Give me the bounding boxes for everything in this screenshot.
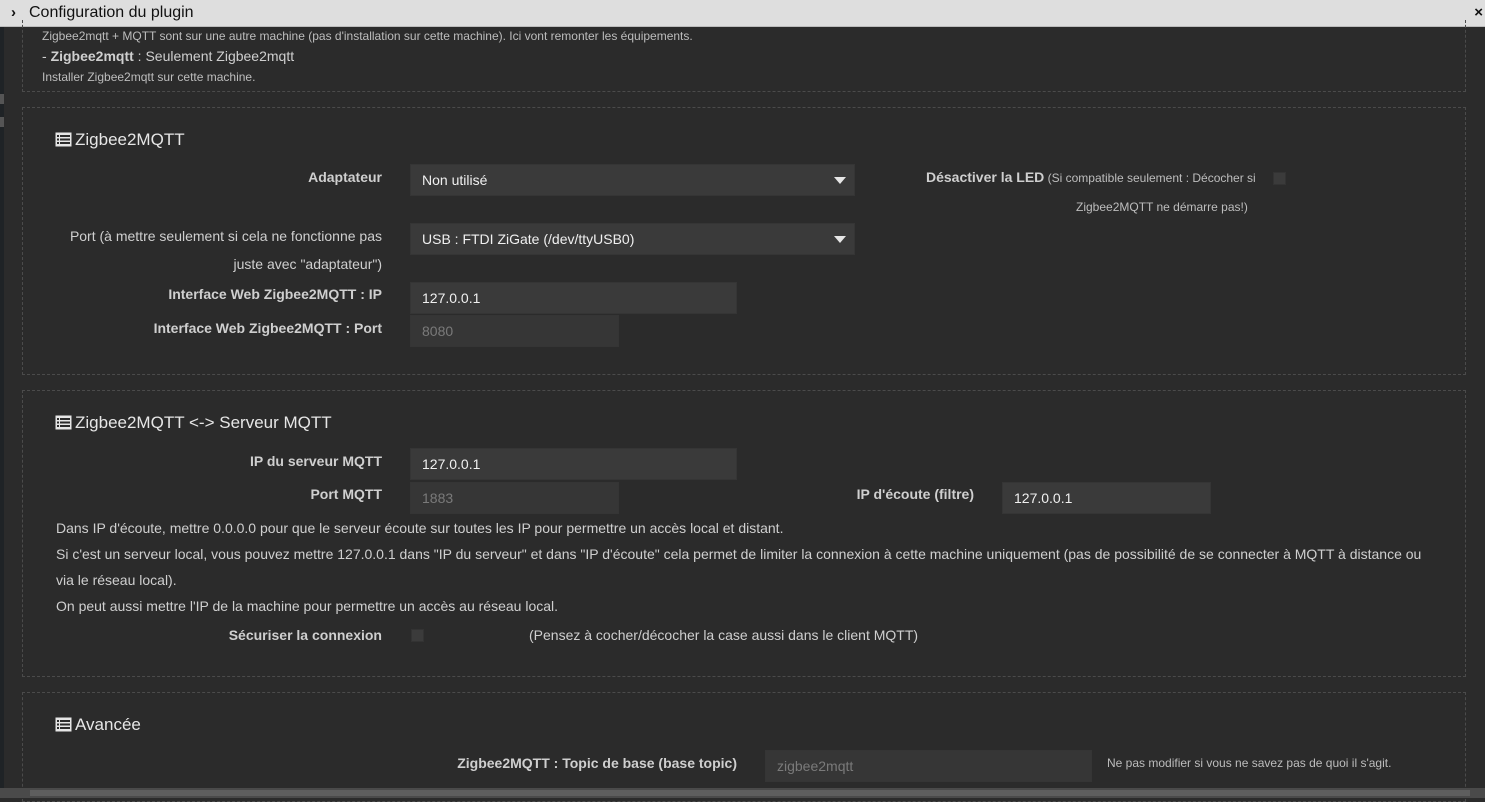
section-title-text: Zigbee2MQTT <-> Serveur MQTT (75, 413, 332, 432)
section-title-text: Zigbee2MQTT (75, 130, 185, 149)
section-title-text: Avancée (75, 715, 141, 734)
adapter-select[interactable]: Non utilisé (410, 164, 855, 196)
base-topic-input[interactable]: zigbee2mqtt (765, 750, 1092, 782)
base-topic-note: Ne pas modifier si vous ne savez pas de … (1107, 756, 1392, 770)
adapter-label: Adaptateur (308, 169, 382, 185)
panel-zigbee2mqtt: Zigbee2MQTT Adaptateur Non utilisé Désac… (22, 107, 1466, 375)
close-icon[interactable]: × (1474, 4, 1483, 21)
intro-option: - Zigbee2mqtt : Seulement Zigbee2mqtt (42, 48, 295, 64)
section-title-zigbee2mqtt: Zigbee2MQTT (55, 130, 185, 152)
base-topic-label: Zigbee2MQTT : Topic de base (base topic) (457, 755, 737, 771)
help-line-1: Dans IP d'écoute, mettre 0.0.0.0 pour qu… (56, 520, 784, 536)
help-line-2: Si c'est un serveur local, vous pouvez m… (56, 546, 1422, 562)
scrollbar-thumb[interactable] (30, 790, 1470, 796)
web-port-input[interactable]: 8080 (410, 315, 619, 347)
secure-connection-checkbox[interactable] (411, 629, 424, 642)
led-note-line-2: Zigbee2MQTT ne démarre pas!) (1076, 200, 1248, 214)
caret-down-icon (834, 177, 846, 184)
panel-advanced: Avancée Zigbee2MQTT : Topic de base (bas… (22, 692, 1466, 802)
list-alt-icon (55, 132, 72, 152)
secure-note: (Pensez à cocher/décocher la case aussi … (529, 627, 919, 643)
listen-ip-input[interactable]: 127.0.0.1 (1002, 482, 1211, 514)
section-title-mqtt: Zigbee2MQTT <-> Serveur MQTT (55, 413, 332, 435)
mqtt-ip-label: IP du serveur MQTT (250, 453, 382, 469)
disable-led-checkbox[interactable] (1273, 172, 1286, 185)
intro-line-3: Installer Zigbee2mqtt sur cette machine. (42, 70, 256, 84)
panel-intro: Zigbee2mqtt + MQTT sont sur une autre ma… (22, 20, 1466, 92)
port-select-value: USB : FTDI ZiGate (/dev/ttyUSB0) (422, 231, 635, 247)
list-alt-icon (55, 717, 72, 737)
mqtt-port-input[interactable]: 1883 (410, 482, 619, 514)
led-label: Désactiver la LED (Si compatible seuleme… (926, 169, 1256, 185)
help-line-3: via le réseau local). (56, 572, 177, 588)
secure-label: Sécuriser la connexion (228, 627, 382, 643)
list-alt-icon (55, 415, 72, 435)
web-ip-label: Interface Web Zigbee2MQTT : IP (168, 286, 382, 302)
web-port-label: Interface Web Zigbee2MQTT : Port (153, 320, 382, 336)
background-strip (0, 27, 4, 798)
mqtt-port-label: Port MQTT (310, 486, 382, 502)
help-line-4: On peut aussi mettre l'IP de la machine … (56, 598, 559, 614)
adapter-select-value: Non utilisé (422, 172, 488, 188)
listen-ip-label: IP d'écoute (filtre) (856, 486, 974, 502)
port-label-line-2: juste avec "adaptateur") (233, 256, 382, 272)
port-select[interactable]: USB : FTDI ZiGate (/dev/ttyUSB0) (410, 223, 855, 255)
mqtt-ip-input[interactable]: 127.0.0.1 (410, 448, 737, 480)
section-title-advanced: Avancée (55, 715, 141, 737)
intro-option-bold: Zigbee2mqtt (50, 48, 134, 64)
panel-mqtt-server: Zigbee2MQTT <-> Serveur MQTT IP du serve… (22, 390, 1466, 677)
horizontal-scrollbar[interactable] (0, 788, 1485, 798)
web-ip-input[interactable]: 127.0.0.1 (410, 282, 737, 314)
intro-line-1: Zigbee2mqtt + MQTT sont sur une autre ma… (42, 29, 693, 43)
caret-down-icon (834, 236, 846, 243)
chevron-right-icon[interactable]: › (11, 4, 16, 21)
port-label-line-1: Port (à mettre seulement si cela ne fonc… (69, 228, 382, 244)
